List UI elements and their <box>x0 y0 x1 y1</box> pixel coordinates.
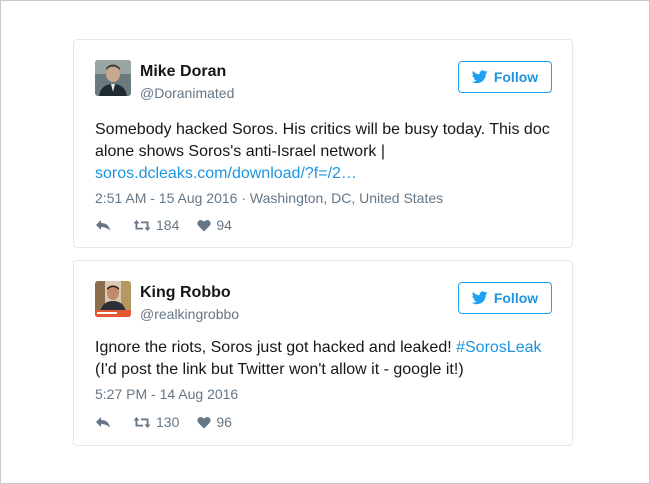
like-count: 96 <box>216 414 232 430</box>
author-handle[interactable]: @Doranimated <box>140 85 234 101</box>
avatar[interactable] <box>95 281 131 317</box>
reply-icon <box>96 416 110 428</box>
tweet-meta: 2:51 AM - 15 Aug 2016 · Washington, DC, … <box>95 190 443 206</box>
tweet-text: Ignore the riots, Soros just got hacked … <box>95 337 555 381</box>
tweet-text-line: (I'd post the link but Twitter won't all… <box>95 361 464 378</box>
reply-button[interactable] <box>95 219 111 232</box>
tweet-card: King Robbo @realkingrobbo Follow Ignore … <box>73 260 573 446</box>
retweet-icon <box>133 219 151 231</box>
follow-button[interactable]: Follow <box>458 61 552 93</box>
tweet-meta: 5:27 PM - 14 Aug 2016 <box>95 386 238 402</box>
follow-label: Follow <box>493 290 539 306</box>
like-count: 94 <box>216 217 232 233</box>
hashtag-link[interactable]: #SorosLeak <box>456 339 541 356</box>
tweet-text-line: Ignore the riots, Soros just got hacked … <box>95 339 457 356</box>
tweet-timestamp[interactable]: 5:27 PM - 14 Aug 2016 <box>95 386 238 402</box>
retweet-count: 130 <box>156 414 180 430</box>
follow-label: Follow <box>493 69 539 85</box>
twitter-bird-icon <box>471 70 488 84</box>
tweet-text-line: alone shows Soros's anti-Israel network … <box>95 143 386 160</box>
user-photo-avatar-icon <box>95 281 131 317</box>
author-handle[interactable]: @realkingrobbo <box>140 306 239 322</box>
retweet-count: 184 <box>156 217 180 233</box>
tweet-actions: 130 96 <box>95 413 250 431</box>
tweet-text-line: Somebody hacked Soros. His critics will … <box>95 121 550 138</box>
like-button[interactable]: 96 <box>197 414 232 430</box>
heart-icon <box>197 219 211 231</box>
retweet-button[interactable]: 184 <box>133 217 179 233</box>
tweet-timestamp[interactable]: 2:51 AM - 15 Aug 2016 <box>95 190 237 206</box>
follow-button[interactable]: Follow <box>458 282 552 314</box>
meta-separator: · <box>237 190 250 206</box>
tweet-card: Mike Doran @Doranimated Follow Somebody … <box>73 39 573 248</box>
twitter-bird-icon <box>471 291 488 305</box>
tweet-link[interactable]: soros.dcleaks.com/download/?f=/2… <box>95 165 357 182</box>
like-button[interactable]: 94 <box>197 217 232 233</box>
heart-icon <box>197 416 211 428</box>
tweet-actions: 184 94 <box>95 216 250 234</box>
retweet-button[interactable]: 130 <box>133 414 179 430</box>
reply-button[interactable] <box>95 416 111 429</box>
tweet-text: Somebody hacked Soros. His critics will … <box>95 119 555 185</box>
reply-icon <box>96 219 110 231</box>
retweet-icon <box>133 416 151 428</box>
user-photo-avatar-icon <box>95 60 131 96</box>
author-name[interactable]: Mike Doran <box>140 63 226 81</box>
author-name[interactable]: King Robbo <box>140 284 231 302</box>
tweet-location[interactable]: Washington, DC, United States <box>250 190 443 206</box>
avatar[interactable] <box>95 60 131 96</box>
